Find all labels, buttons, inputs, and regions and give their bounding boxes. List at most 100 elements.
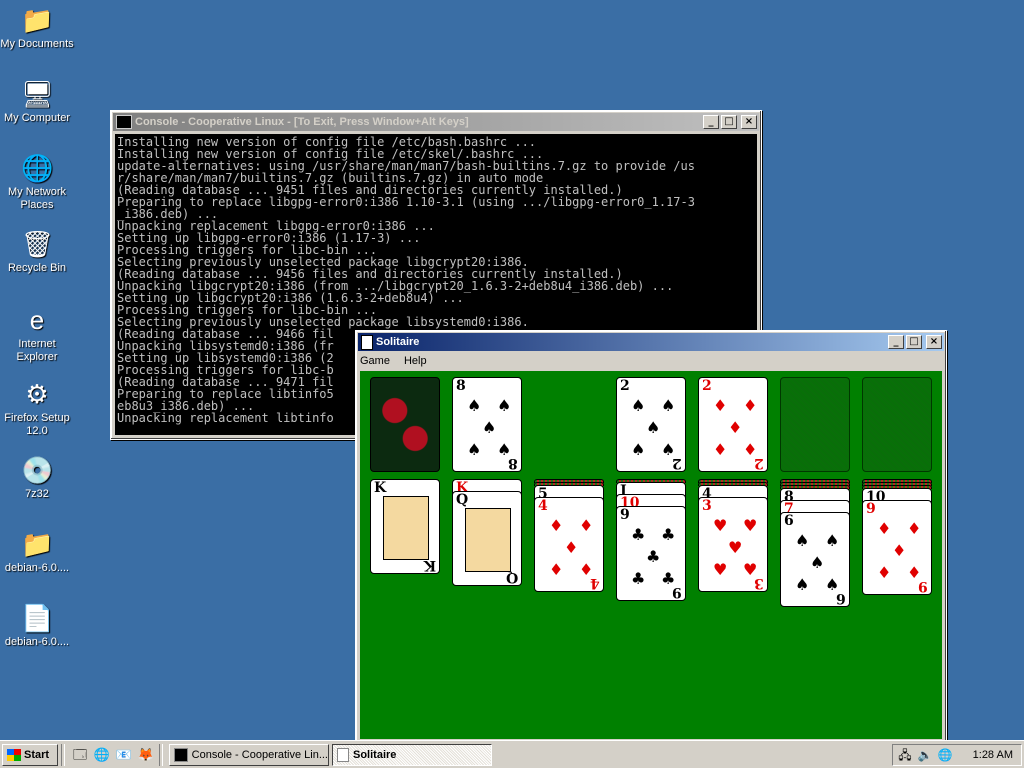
card-suit-icon: ♠	[795, 531, 810, 550]
tableau-top-card[interactable]: 6 6 ♠ ♠ ♠ ♠ ♠	[780, 512, 850, 607]
card-rank: 2	[702, 378, 712, 394]
foundation-card[interactable]: 2 2 ♦ ♦ ♦ ♦ ♦	[698, 377, 768, 472]
recycle-bin-icon[interactable]: 🗑 Recycle Bin	[0, 228, 74, 275]
card-suit-icon: ♠	[497, 396, 512, 415]
my-documents-icon[interactable]: 📁 My Documents	[0, 4, 74, 51]
maximize-button[interactable]: □	[721, 115, 737, 129]
card-suit-icon: ♥	[713, 516, 728, 535]
card-suit-icon: ♣	[646, 547, 661, 566]
task-label: Console - Cooperative Lin...	[191, 748, 328, 761]
console-icon	[174, 747, 188, 762]
quick-launch: 🗔 🌐 📧 🦊	[68, 745, 156, 765]
my-computer-icon[interactable]: 🖥 My Computer	[0, 78, 74, 125]
card-suit-icon: ♦	[907, 563, 922, 582]
card-rank: 8	[456, 378, 466, 394]
debian-folder-icon[interactable]: 📁 debian-6.0....	[0, 528, 74, 575]
card-suit-icon: ♦	[892, 541, 907, 560]
tableau-top-card[interactable]: KK	[370, 479, 440, 574]
internet-explorer-icon[interactable]: 🌐	[92, 745, 112, 765]
console-app-icon	[116, 115, 132, 129]
card-suit-icon: ♠	[631, 396, 646, 415]
taskbar-separator	[61, 743, 65, 766]
card-table[interactable]: 8 8 ♠ ♠ ♠ ♠ ♠ 2 2 ♠ ♠ ♠ ♠ ♠ 2 2 ♦ ♦ ♦ ♦ ♦ K K K Q Q 5 4 4 ♦ ♦ ♦ ♦ ♦ J 10 9 9 ♣…	[360, 371, 942, 739]
outlook-express-icon[interactable]: 📧	[114, 745, 134, 765]
card-rank: 3	[702, 498, 712, 514]
card-suit-icon: ♦	[713, 396, 728, 415]
court-card-face	[465, 508, 511, 572]
desktop-icon-label: 7z32	[25, 488, 49, 500]
my-network-places-icon[interactable]: 🌐 My Network Places	[0, 152, 74, 212]
foundation-slot-empty[interactable]	[862, 377, 932, 472]
card-suit-icon: ♥	[743, 516, 758, 535]
7z32-icon[interactable]: 💿 7z32	[0, 454, 74, 501]
show-desktop-icon[interactable]: 🗔	[70, 745, 90, 765]
card-suit-icon: ♦	[549, 560, 564, 579]
start-button[interactable]: Start	[2, 743, 58, 766]
minimize-button[interactable]: _	[888, 335, 904, 349]
waste-card[interactable]: 8 8 ♠ ♠ ♠ ♠ ♠	[452, 377, 522, 472]
debian-file-glyph-icon: 📄	[21, 603, 54, 633]
console-titlebar[interactable]: Console - Cooperative Linux - [To Exit, …	[113, 113, 759, 131]
close-button[interactable]: ×	[926, 335, 942, 349]
card-suit-icon: ♦	[564, 538, 579, 557]
task-solitaire[interactable]: Solitaire	[332, 743, 492, 766]
tableau-top-card[interactable]: QQ	[452, 491, 522, 586]
card-suit-icon: ♣	[661, 525, 676, 544]
card-rank: K	[374, 480, 387, 496]
menu-game[interactable]: Game	[360, 355, 390, 367]
card-suit-icon: ♦	[877, 563, 892, 582]
card-suit-icon: ♣	[631, 525, 646, 544]
card-suit-icon: ♦	[743, 440, 758, 459]
card-suit-icon: ♦	[549, 516, 564, 535]
taskbar: Start 🗔 🌐 📧 🦊 Console - Cooperative Lin... S…	[0, 740, 1024, 768]
debian-file-icon[interactable]: 📄 debian-6.0....	[0, 602, 74, 649]
card-rank: Q	[456, 492, 469, 508]
close-button[interactable]: ×	[741, 115, 757, 129]
card-suit-icon: ♣	[661, 569, 676, 588]
card-suit-icon: ♦	[728, 418, 743, 437]
maximize-button[interactable]: □	[906, 335, 922, 349]
foundation-slot-empty[interactable]	[780, 377, 850, 472]
system-tray: 🖧 🔈 🌐 1:28 AM	[892, 744, 1022, 766]
volume-icon[interactable]: 🔈	[917, 747, 933, 763]
recycle-bin-glyph-icon: 🗑	[21, 229, 55, 259]
tableau-top-card[interactable]: 9 9 ♦ ♦ ♦ ♦ ♦	[862, 500, 932, 595]
windows-logo-icon	[7, 748, 21, 761]
stock-pile[interactable]	[370, 377, 440, 472]
debian-folder-glyph-icon: 📁	[21, 529, 54, 559]
card-rank: 2	[620, 378, 630, 394]
card-suit-icon: ♠	[497, 440, 512, 459]
clock[interactable]: 1:28 AM	[973, 749, 1013, 761]
tableau-top-card[interactable]: 4 4 ♦ ♦ ♦ ♦ ♦	[534, 497, 604, 592]
card-suit-icon: ♥	[728, 538, 743, 557]
card-suit-icon: ♠	[646, 418, 661, 437]
solitaire-titlebar[interactable]: Solitaire _ □ ×	[358, 333, 944, 351]
internet-explorer-icon[interactable]: e Internet Explorer	[0, 304, 74, 364]
minimize-button[interactable]: _	[703, 115, 719, 129]
card-suit-icon: ♥	[713, 560, 728, 579]
card-suit-icon: ♦	[907, 519, 922, 538]
network-icon[interactable]: 🖧	[897, 747, 913, 763]
card-rank: Q	[505, 569, 518, 585]
card-rank: 9	[620, 507, 630, 523]
menu-help[interactable]: Help	[404, 355, 427, 367]
card-rank: 6	[784, 513, 794, 529]
task-console[interactable]: Console - Cooperative Lin...	[169, 743, 329, 766]
solitaire-window[interactable]: Solitaire _ □ × Game Help 8 8 ♠ ♠ ♠ ♠ ♠ 2 2 ♠ ♠ ♠ ♠ ♠…	[355, 330, 947, 744]
firefox-setup-icon[interactable]: ⚙ Firefox Setup 12.0	[0, 378, 74, 438]
firefox-icon[interactable]: 🦊	[136, 745, 156, 765]
console-title: Console - Cooperative Linux - [To Exit, …	[135, 116, 469, 128]
tableau-top-card[interactable]: 3 3 ♥ ♥ ♥ ♥ ♥	[698, 497, 768, 592]
desktop-icon-label: Internet Explorer	[16, 338, 58, 363]
desktop-icon-label: My Computer	[3, 112, 71, 124]
tableau-top-card[interactable]: 9 9 ♣ ♣ ♣ ♣ ♣	[616, 506, 686, 601]
my-computer-glyph-icon: 🖥	[21, 79, 55, 109]
card-suit-icon: ♠	[795, 575, 810, 594]
card-rank: 4	[538, 498, 548, 514]
card-suit-icon: ♠	[482, 418, 497, 437]
foundation-card[interactable]: 2 2 ♠ ♠ ♠ ♠ ♠	[616, 377, 686, 472]
internet-icon[interactable]: 🌐	[937, 747, 953, 763]
task-label: Solitaire	[353, 748, 397, 761]
card-suit-icon: ♠	[825, 531, 840, 550]
desktop-icon-label: Recycle Bin	[7, 262, 67, 274]
